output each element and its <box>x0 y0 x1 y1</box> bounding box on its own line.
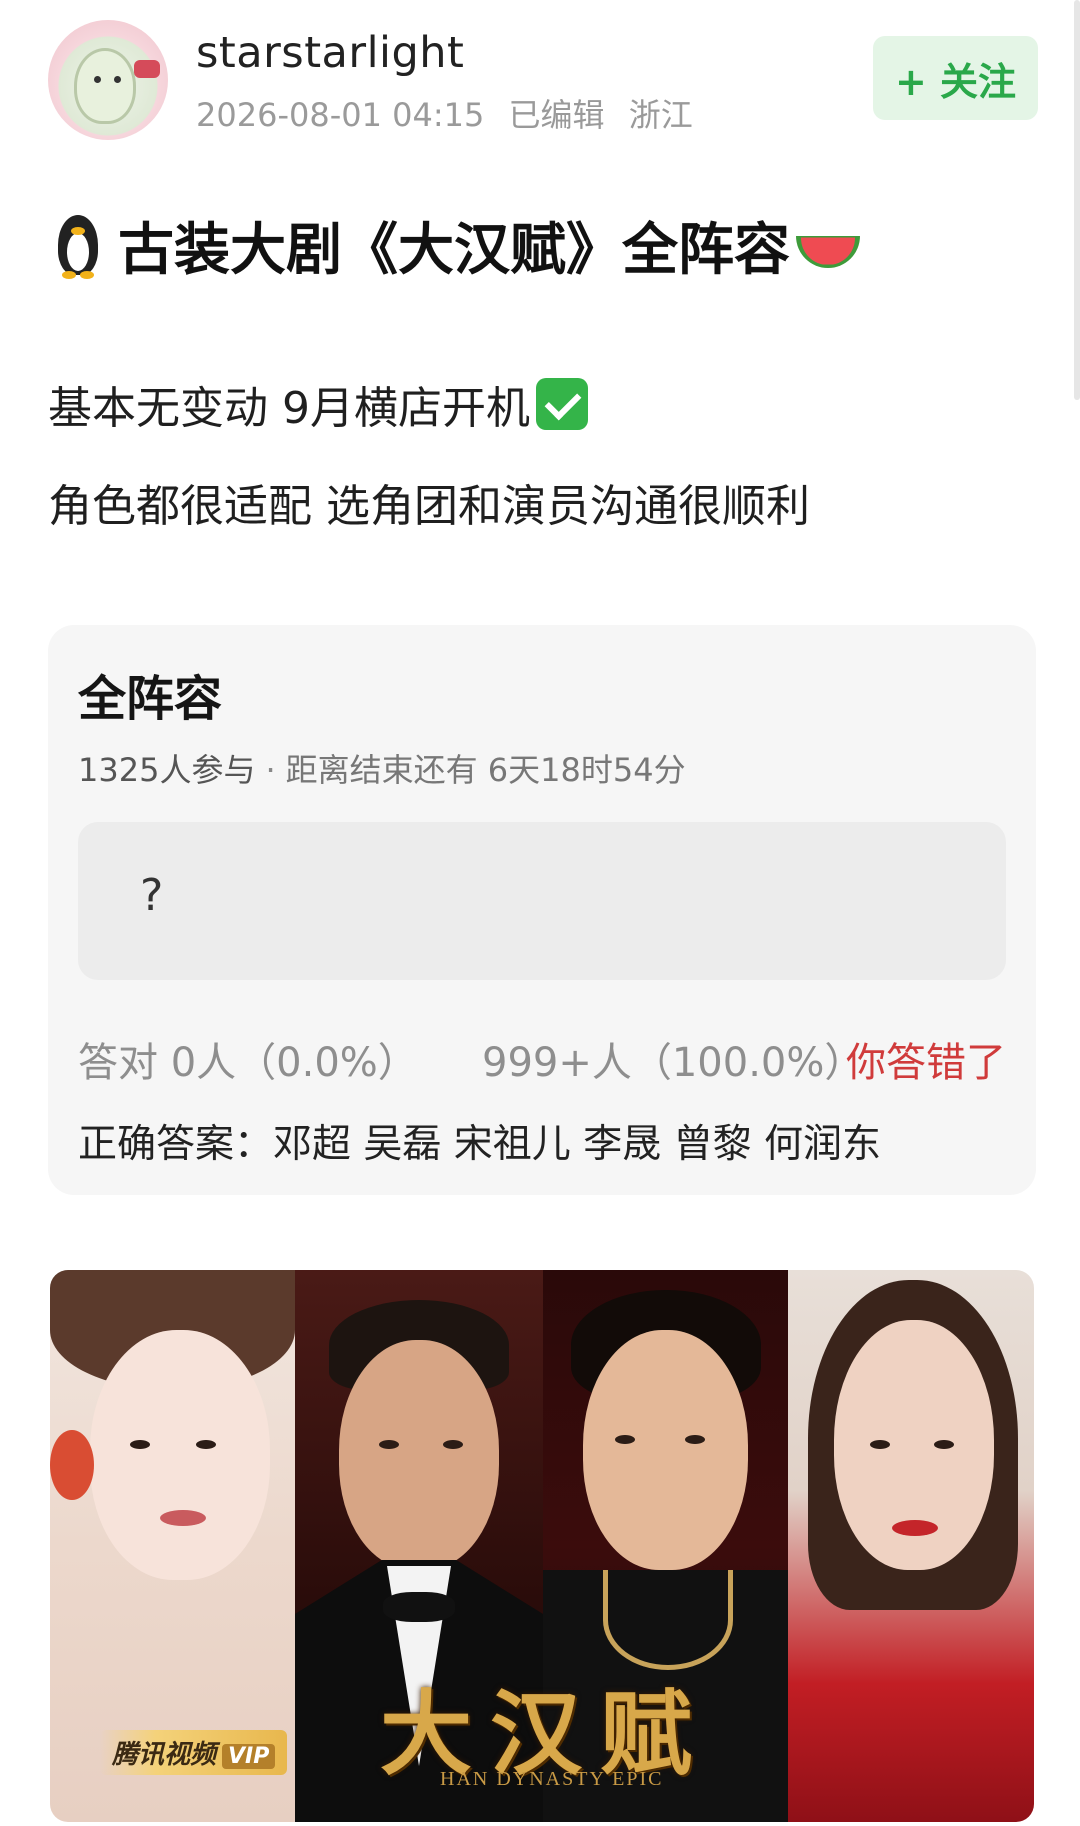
avatar-character <box>74 48 136 124</box>
quiz-remaining: 距离结束还有 6天18时54分 <box>285 751 686 789</box>
penguin-icon <box>50 213 106 279</box>
quiz-meta: 1325人参与 · 距离结束还有 6天18时54分 <box>78 745 686 791</box>
quiz-option-text: ? <box>140 870 164 921</box>
post-date: 2026-08-01 04:15 <box>196 96 485 134</box>
avatar-bow <box>134 60 160 78</box>
post-title-text: 古装大剧《大汉赋》全阵容 <box>118 218 790 283</box>
post-header: starstarlight 2026-08-01 04:15 已编辑 浙江 + … <box>48 20 1038 140</box>
scrollbar[interactable] <box>1074 0 1080 400</box>
quiz-answered-stat: 999+人（100.0%） <box>482 1040 865 1086</box>
quiz-card: 全阵容 1325人参与 · 距离结束还有 6天18时54分 ? 答对 0人（0.0%… <box>48 625 1036 1195</box>
post-title: 古装大剧《大汉赋》全阵容 <box>50 205 860 286</box>
post-line-2: 角色都很适配 选角团和演员沟通很顺利 <box>48 481 810 532</box>
follow-button[interactable]: + 关注 <box>873 36 1038 120</box>
drama-poster-image[interactable]: 大汉赋 HAN DYNASTY EPIC 腾讯视频 VIP <box>50 1270 1034 1822</box>
vip-label: VIP <box>222 1744 276 1769</box>
avatar-eye-left <box>94 76 101 83</box>
tencent-video-vip-badge: 腾讯视频 VIP <box>100 1730 288 1775</box>
post-meta: 2026-08-01 04:15 已编辑 浙江 <box>196 90 707 136</box>
quiz-correct-stat: 答对 0人（0.0%） <box>78 1040 418 1086</box>
vip-platform: 腾讯视频 <box>112 1740 217 1770</box>
watermelon-icon <box>796 224 860 276</box>
quiz-option[interactable]: ? <box>78 822 1006 980</box>
username[interactable]: starstarlight <box>196 28 464 78</box>
poster-portrait-4 <box>788 1270 1034 1822</box>
quiz-answer: 正确答案：邓超 吴磊 宋祖儿 李晟 曾黎 何润东 <box>78 1122 881 1167</box>
avatar-eye-right <box>114 76 121 83</box>
quiz-separator: · <box>265 751 276 789</box>
quiz-title: 全阵容 <box>78 671 223 727</box>
post-edited: 已编辑 <box>508 96 605 134</box>
apple-prop <box>50 1430 94 1500</box>
quiz-result: 你答错了 <box>846 1040 1006 1086</box>
quiz-participants: 1325人参与 <box>78 751 256 789</box>
post-location: 浙江 <box>628 96 693 134</box>
poster-subtitle: HAN DYNASTY EPIC <box>440 1768 664 1790</box>
check-mark-icon <box>535 378 588 430</box>
post-line-1: 基本无变动 9月横店开机 <box>48 372 588 436</box>
post-line-1-text: 基本无变动 9月横店开机 <box>48 383 530 434</box>
avatar[interactable] <box>48 20 168 140</box>
